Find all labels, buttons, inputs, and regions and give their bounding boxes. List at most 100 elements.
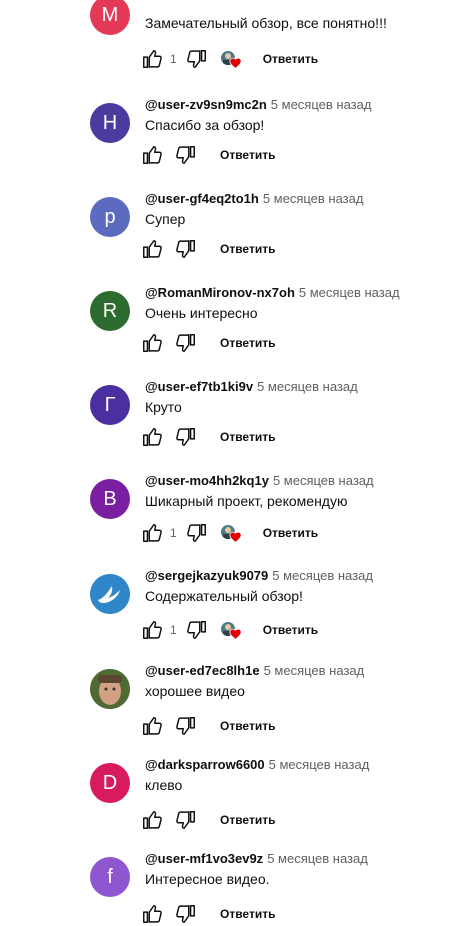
reply-button[interactable]: Ответить (220, 907, 275, 921)
comment-avatar[interactable] (90, 669, 130, 709)
comment-timestamp[interactable]: 5 месяцев назад (273, 473, 374, 488)
dislike-icon[interactable] (174, 714, 198, 738)
dislike-icon[interactable] (174, 143, 198, 167)
reply-button[interactable]: Ответить (220, 242, 275, 256)
comment-header: @RomanMironov-nx7oh 5 месяцев назад (145, 285, 400, 300)
dislike-icon[interactable] (174, 331, 198, 355)
like-icon[interactable] (140, 521, 164, 545)
comment-text: Содержательный обзор! (145, 588, 303, 604)
comment-text: Замечательный обзор, все понятно!!! (145, 15, 387, 31)
like-icon[interactable] (140, 237, 164, 261)
reply-button[interactable]: Ответить (220, 148, 275, 162)
comment-avatar[interactable]: f (90, 857, 130, 897)
comment-header: @user-ef7tb1ki9v 5 месяцев назад (145, 379, 358, 394)
like-count: 1 (170, 623, 177, 637)
like-count: 1 (170, 52, 177, 66)
creator-heart-icon (219, 618, 243, 642)
comment-actions: Ответить (140, 143, 275, 167)
comment-author[interactable]: @user-zv9sn9mc2n (145, 97, 267, 112)
like-icon[interactable] (140, 143, 164, 167)
creator-heart-icon (219, 521, 243, 545)
dislike-icon[interactable] (185, 521, 209, 545)
comment-text: Спасибо за обзор! (145, 117, 265, 133)
dislike-icon[interactable] (174, 237, 198, 261)
reply-button[interactable]: Ответить (220, 813, 275, 827)
avatar-letter: Н (102, 111, 118, 134)
dislike-icon[interactable] (174, 902, 198, 926)
comment-avatar[interactable]: Н (90, 103, 130, 143)
comment-actions: Ответить (140, 902, 275, 926)
avatar-letter: B (103, 487, 117, 510)
creator-heart-icon (219, 47, 243, 71)
comment-author[interactable]: @user-ef7tb1ki9v (145, 379, 253, 394)
like-icon[interactable] (140, 618, 164, 642)
comment-header: @user-gf4eq2to1h 5 месяцев назад (145, 191, 363, 206)
comment-text: хорошее видео (145, 683, 245, 699)
like-count: 1 (170, 526, 177, 540)
comment-header: @darksparrow6600 5 месяцев назад (145, 757, 369, 772)
like-icon[interactable] (140, 331, 164, 355)
avatar-letter: f (107, 865, 113, 888)
comment-text: Интересное видео. (145, 871, 270, 887)
comment-text: Очень интересно (145, 305, 258, 321)
comment-header: @user-zv9sn9mc2n 5 месяцев назад (145, 97, 371, 112)
comment-actions: Ответить (140, 808, 275, 832)
reply-button[interactable]: Ответить (263, 526, 318, 540)
comment-avatar[interactable]: D (90, 763, 130, 803)
comment-author[interactable]: @user-gf4eq2to1h (145, 191, 259, 206)
like-icon[interactable] (140, 425, 164, 449)
comment-header (145, 0, 149, 2)
comment-timestamp[interactable]: 5 месяцев назад (257, 379, 358, 394)
reply-button[interactable]: Ответить (220, 719, 275, 733)
comment-author[interactable]: @user-mo4hh2kq1y (145, 473, 269, 488)
comment-actions: Ответить (140, 714, 275, 738)
comment-header: @user-mo4hh2kq1y 5 месяцев назад (145, 473, 374, 488)
comment-timestamp[interactable]: 5 месяцев назад (272, 568, 373, 583)
comment-avatar[interactable]: Г (90, 385, 130, 425)
avatar-letter: D (102, 771, 118, 794)
comment-avatar[interactable]: р (90, 197, 130, 237)
comment-actions: Ответить (140, 331, 275, 355)
comment-actions: Ответить (140, 425, 275, 449)
comment-author[interactable]: @RomanMironov-nx7oh (145, 285, 295, 300)
comment-actions: 1 Ответить (140, 618, 318, 642)
reply-button[interactable]: Ответить (220, 336, 275, 350)
comment-timestamp[interactable]: 5 месяцев назад (267, 851, 368, 866)
comment-avatar[interactable]: M (90, 0, 130, 35)
comment-timestamp[interactable]: 5 месяцев назад (299, 285, 400, 300)
comment-timestamp[interactable]: 5 месяцев назад (269, 757, 370, 772)
avatar-letter: р (104, 205, 116, 228)
like-icon[interactable] (140, 808, 164, 832)
dislike-icon[interactable] (174, 425, 198, 449)
comment-text: Супер (145, 211, 186, 227)
comment-author[interactable]: @user-ed7ec8lh1e (145, 663, 260, 678)
comment-actions: 1 Ответить (140, 47, 318, 71)
comment-avatar[interactable]: R (90, 291, 130, 331)
comment-header: @user-mf1vo3ev9z 5 месяцев назад (145, 851, 368, 866)
comment-header: @sergejkazyuk9079 5 месяцев назад (145, 568, 373, 583)
comment-text: Круто (145, 399, 182, 415)
comment-timestamp[interactable]: 5 месяцев назад (264, 663, 365, 678)
avatar-letter: R (102, 299, 118, 322)
comment-text: Шикарный проект, рекомендую (145, 493, 348, 509)
comment-author[interactable]: @sergejkazyuk9079 (145, 568, 268, 583)
like-icon[interactable] (140, 902, 164, 926)
like-icon[interactable] (140, 47, 164, 71)
dislike-icon[interactable] (174, 808, 198, 832)
like-icon[interactable] (140, 714, 164, 738)
comment-author[interactable]: @darksparrow6600 (145, 757, 265, 772)
comment-header: @user-ed7ec8lh1e 5 месяцев назад (145, 663, 364, 678)
reply-button[interactable]: Ответить (263, 623, 318, 637)
comment-avatar[interactable] (90, 574, 130, 614)
dislike-icon[interactable] (185, 618, 209, 642)
avatar-letter: Г (104, 393, 116, 416)
comment-text: клево (145, 777, 183, 793)
comment-avatar[interactable]: B (90, 479, 130, 519)
reply-button[interactable]: Ответить (263, 52, 318, 66)
reply-button[interactable]: Ответить (220, 430, 275, 444)
comment-author[interactable]: @user-mf1vo3ev9z (145, 851, 263, 866)
comment-timestamp[interactable]: 5 месяцев назад (271, 97, 372, 112)
comment-timestamp[interactable]: 5 месяцев назад (263, 191, 364, 206)
comment-actions: Ответить (140, 237, 275, 261)
dislike-icon[interactable] (185, 47, 209, 71)
